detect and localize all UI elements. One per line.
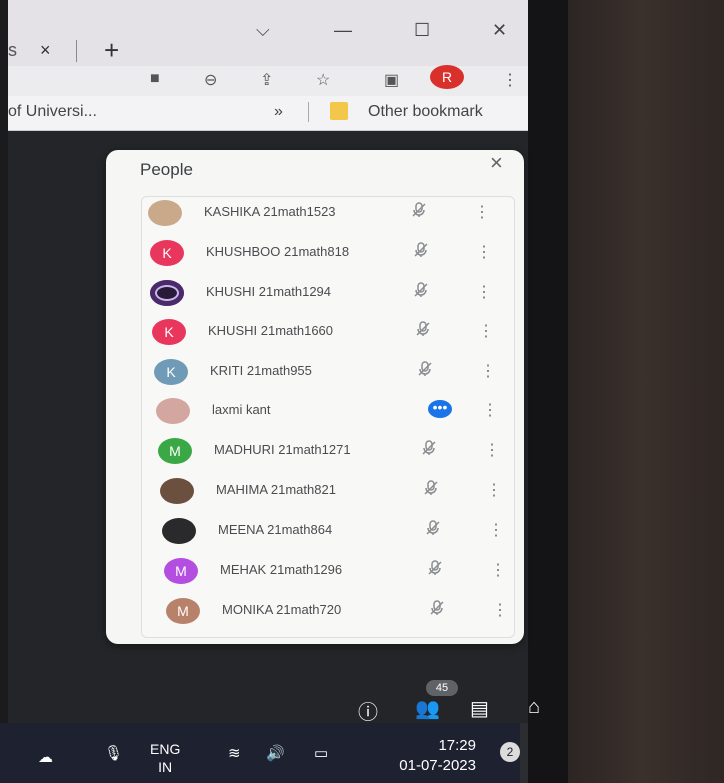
participant-name: MEHAK 21math1296 — [220, 562, 343, 577]
more-options-icon[interactable]: ⋮ — [484, 440, 500, 460]
avatar: M — [164, 558, 198, 584]
people-icon[interactable]: 👥 — [415, 696, 440, 721]
participant-row[interactable]: KASHIKA 21math1523 ⋮ — [148, 196, 508, 232]
mic-off-icon — [428, 599, 446, 617]
more-options-icon[interactable]: ⋮ — [492, 600, 508, 620]
mic-off-icon — [424, 519, 442, 537]
more-options-icon[interactable]: ⋮ — [488, 520, 504, 540]
speaker-icon[interactable]: 🔊 — [266, 744, 285, 762]
mic-off-icon — [426, 559, 444, 577]
avatar — [160, 478, 194, 504]
avatar: M — [158, 438, 192, 464]
minimize-button[interactable]: — — [334, 20, 352, 41]
participant-row[interactable]: M MADHURI 21math1271 ⋮ — [158, 434, 518, 470]
avatar — [156, 398, 190, 424]
share-icon[interactable]: ⇪ — [260, 70, 273, 90]
avatar: K — [150, 240, 184, 266]
more-options-icon[interactable]: ⋮ — [490, 560, 506, 580]
tab-separator — [76, 40, 77, 62]
mic-off-icon — [410, 201, 428, 219]
activities-icon[interactable]: ⌂ — [528, 696, 540, 719]
mic-off-icon — [422, 479, 440, 497]
participant-name: MAHIMA 21math821 — [216, 482, 336, 497]
close-icon[interactable]: × — [490, 150, 503, 176]
participant-name: laxmi kant — [212, 402, 271, 417]
participant-row[interactable]: K KHUSHBOO 21math818 ⋮ — [150, 236, 510, 272]
avatar — [150, 280, 184, 306]
camera-icon[interactable]: ■ — [150, 70, 160, 88]
clock[interactable]: 17:29 01-07-2023 — [368, 736, 476, 776]
tab-close-icon[interactable]: × — [40, 40, 51, 61]
participant-row[interactable]: KHUSHI 21math1294 ⋮ — [150, 276, 510, 312]
notification-badge[interactable]: 2 — [500, 742, 520, 762]
avatar — [162, 518, 196, 544]
language-code: ENG — [150, 741, 181, 757]
wifi-icon[interactable]: ≋ — [228, 744, 241, 762]
more-options-icon[interactable]: ⋮ — [480, 361, 496, 381]
participant-row[interactable]: M MEHAK 21math1296 ⋮ — [164, 554, 524, 590]
language-indicator[interactable]: ENG IN — [150, 740, 180, 776]
bookmark-separator — [308, 102, 309, 122]
participant-count-badge: 45 — [426, 680, 458, 696]
menu-icon[interactable]: ⋮ — [502, 70, 518, 90]
mic-off-icon — [412, 241, 430, 259]
chevron-down-icon[interactable]: ⌵ — [256, 20, 270, 41]
avatar: K — [154, 359, 188, 385]
info-icon[interactable]: ⓘ — [358, 696, 378, 725]
mic-off-icon — [414, 320, 432, 338]
avatar: M — [166, 598, 200, 624]
speaking-indicator-icon: ••• — [428, 400, 452, 418]
folder-icon[interactable] — [330, 102, 348, 120]
microphone-icon[interactable]: 🎙 — [104, 744, 123, 762]
participant-name: KASHIKA 21math1523 — [204, 204, 336, 219]
participant-row[interactable]: laxmi kant ••• ⋮ — [156, 394, 516, 430]
tab-title[interactable]: s — [8, 40, 17, 61]
participant-name: MEENA 21math864 — [218, 522, 333, 537]
more-options-icon[interactable]: ⋮ — [474, 202, 490, 222]
time: 17:29 — [438, 737, 476, 754]
close-window-button[interactable]: ✕ — [492, 20, 507, 41]
battery-icon[interactable]: ▭ — [314, 744, 328, 762]
bookmarks-overflow-icon[interactable]: » — [274, 103, 283, 121]
profile-avatar[interactable]: R — [430, 65, 464, 89]
region-code: IN — [158, 759, 173, 775]
other-bookmarks[interactable]: Other bookmark — [368, 103, 483, 121]
participant-row[interactable]: K KRITI 21math955 ⋮ — [154, 355, 514, 391]
more-options-icon[interactable]: ⋮ — [486, 480, 502, 500]
new-tab-button[interactable]: + — [104, 35, 119, 66]
background-right — [560, 0, 724, 783]
maximize-button[interactable]: ☐ — [414, 20, 430, 41]
participant-name: MADHURI 21math1271 — [214, 442, 351, 457]
avatar: K — [152, 319, 186, 345]
participant-name: MONIKA 21math720 — [222, 602, 342, 617]
participant-row[interactable]: K KHUSHI 21math1660 ⋮ — [152, 315, 512, 351]
cloud-icon[interactable]: ☁ — [38, 748, 53, 766]
more-options-icon[interactable]: ⋮ — [476, 242, 492, 262]
more-options-icon[interactable]: ⋮ — [478, 321, 494, 341]
zoom-out-icon[interactable]: ⊖ — [204, 70, 217, 90]
mic-off-icon — [412, 281, 430, 299]
chat-icon[interactable]: ▤ — [470, 696, 489, 721]
participant-name: KHUSHI 21math1660 — [208, 323, 334, 338]
mic-off-icon — [420, 439, 438, 457]
participant-name: KHUSHI 21math1294 — [206, 284, 332, 299]
avatar — [148, 200, 182, 226]
people-panel-title: People — [140, 160, 193, 179]
participant-name: KRITI 21math955 — [210, 363, 312, 378]
sidebar-icon[interactable]: ▣ — [384, 70, 399, 90]
more-options-icon[interactable]: ⋮ — [476, 282, 492, 302]
mic-off-icon — [416, 360, 434, 378]
participant-name: KHUSHBOO 21math818 — [206, 244, 350, 259]
participant-row[interactable]: M MONIKA 21math720 ⋮ — [166, 594, 526, 630]
participant-row[interactable]: MAHIMA 21math821 ⋮ — [160, 474, 520, 510]
participant-row[interactable]: MEENA 21math864 ⋮ — [162, 514, 522, 550]
bookmark-item[interactable]: of Universi... — [8, 103, 97, 121]
more-options-icon[interactable]: ⋮ — [482, 400, 498, 420]
star-icon[interactable]: ☆ — [316, 70, 330, 90]
date: 01-07-2023 — [399, 757, 476, 774]
